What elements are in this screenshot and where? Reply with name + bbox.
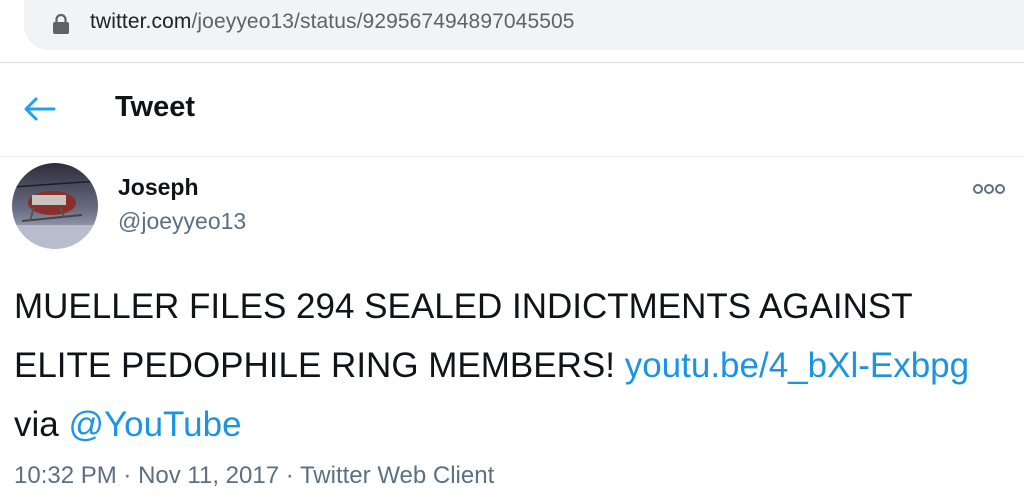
lock-icon[interactable] (52, 14, 70, 34)
url-host: twitter.com (90, 10, 192, 33)
more-options-icon[interactable] (972, 182, 1006, 196)
tweet-client: Twitter Web Client (299, 462, 495, 489)
meta-separator: · (116, 462, 139, 489)
tweet-text: MUELLER FILES 294 SEALED INDICTMENTS AGA… (14, 277, 1004, 454)
page-header: Tweet (0, 63, 1024, 157)
page-title: Tweet (115, 91, 196, 123)
avatar[interactable] (12, 163, 98, 249)
meta-separator: · (279, 462, 300, 489)
back-arrow-icon[interactable] (22, 95, 56, 123)
tweet-link[interactable]: youtu.be/4_bXl-Exbpg (625, 346, 969, 385)
avatar-image (12, 163, 98, 249)
author-name[interactable]: Joseph (118, 174, 199, 201)
tweet-meta: 10:32 PM · Nov 11, 2017 · Twitter Web Cl… (14, 462, 494, 490)
tweet-date[interactable]: Nov 11, 2017 (138, 462, 279, 489)
url-path: /joeyyeo13/status/929567494897045505 (191, 10, 575, 33)
tweet-mention[interactable]: @YouTube (68, 405, 241, 444)
tweet-via-text: via (14, 405, 69, 444)
url-text[interactable]: twitter.com/joeyyeo13/status/92956749489… (90, 10, 575, 34)
tweet-time[interactable]: 10:32 PM (14, 462, 117, 489)
browser-toolbar: twitter.com/joeyyeo13/status/92956749489… (0, 0, 1024, 63)
author-handle[interactable]: @joeyyeo13 (118, 208, 246, 235)
